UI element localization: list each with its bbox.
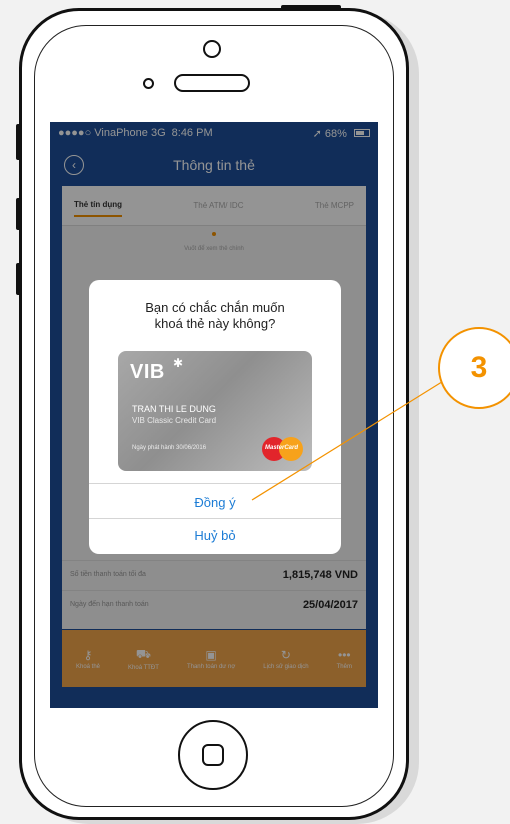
annotation-pointer [251, 379, 446, 501]
annotation-step-number: 3 [470, 351, 488, 384]
annotation-line [251, 379, 446, 501]
